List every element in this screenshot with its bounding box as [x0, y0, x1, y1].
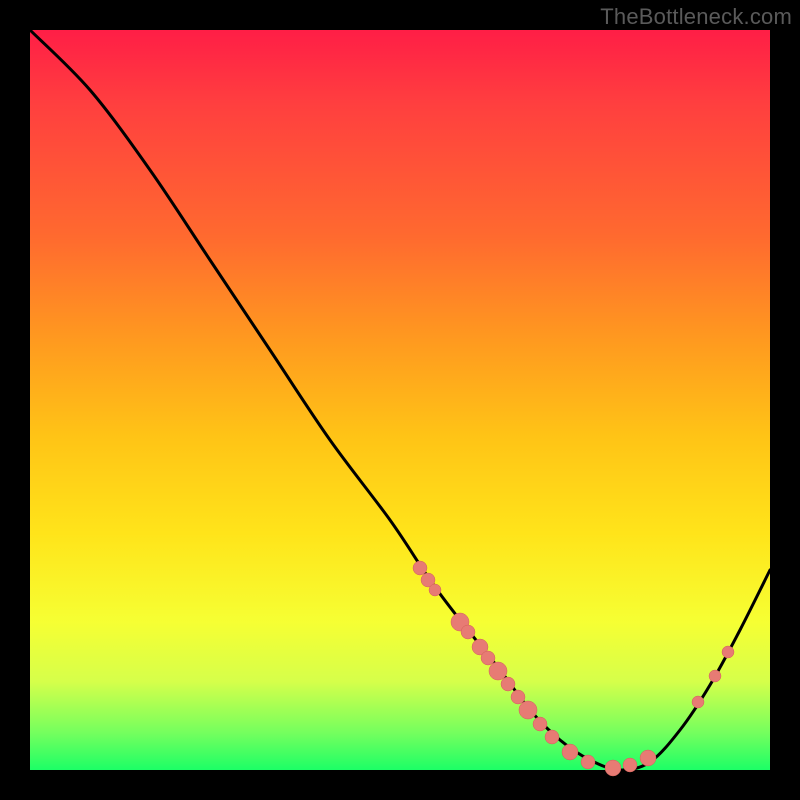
- curve-marker: [709, 670, 721, 682]
- curve-marker: [461, 625, 475, 639]
- curve-marker: [722, 646, 734, 658]
- curve-marker: [501, 677, 515, 691]
- curve-marker: [489, 662, 507, 680]
- curve-marker: [640, 750, 656, 766]
- watermark-text: TheBottleneck.com: [600, 4, 792, 30]
- chart-frame: TheBottleneck.com: [0, 0, 800, 800]
- curve-marker: [533, 717, 547, 731]
- curve-marker: [562, 744, 578, 760]
- curve-marker: [605, 760, 621, 776]
- curve-marker: [481, 651, 495, 665]
- curve-marker: [429, 584, 441, 596]
- curve-marker: [545, 730, 559, 744]
- curve-marker: [581, 755, 595, 769]
- plot-area: [30, 30, 770, 770]
- curve-marker: [623, 758, 637, 772]
- curve-marker: [519, 701, 537, 719]
- bottleneck-curve: [30, 30, 770, 770]
- curve-marker: [413, 561, 427, 575]
- marker-group: [413, 561, 734, 776]
- curve-layer: [30, 30, 770, 770]
- curve-marker: [511, 690, 525, 704]
- curve-marker: [692, 696, 704, 708]
